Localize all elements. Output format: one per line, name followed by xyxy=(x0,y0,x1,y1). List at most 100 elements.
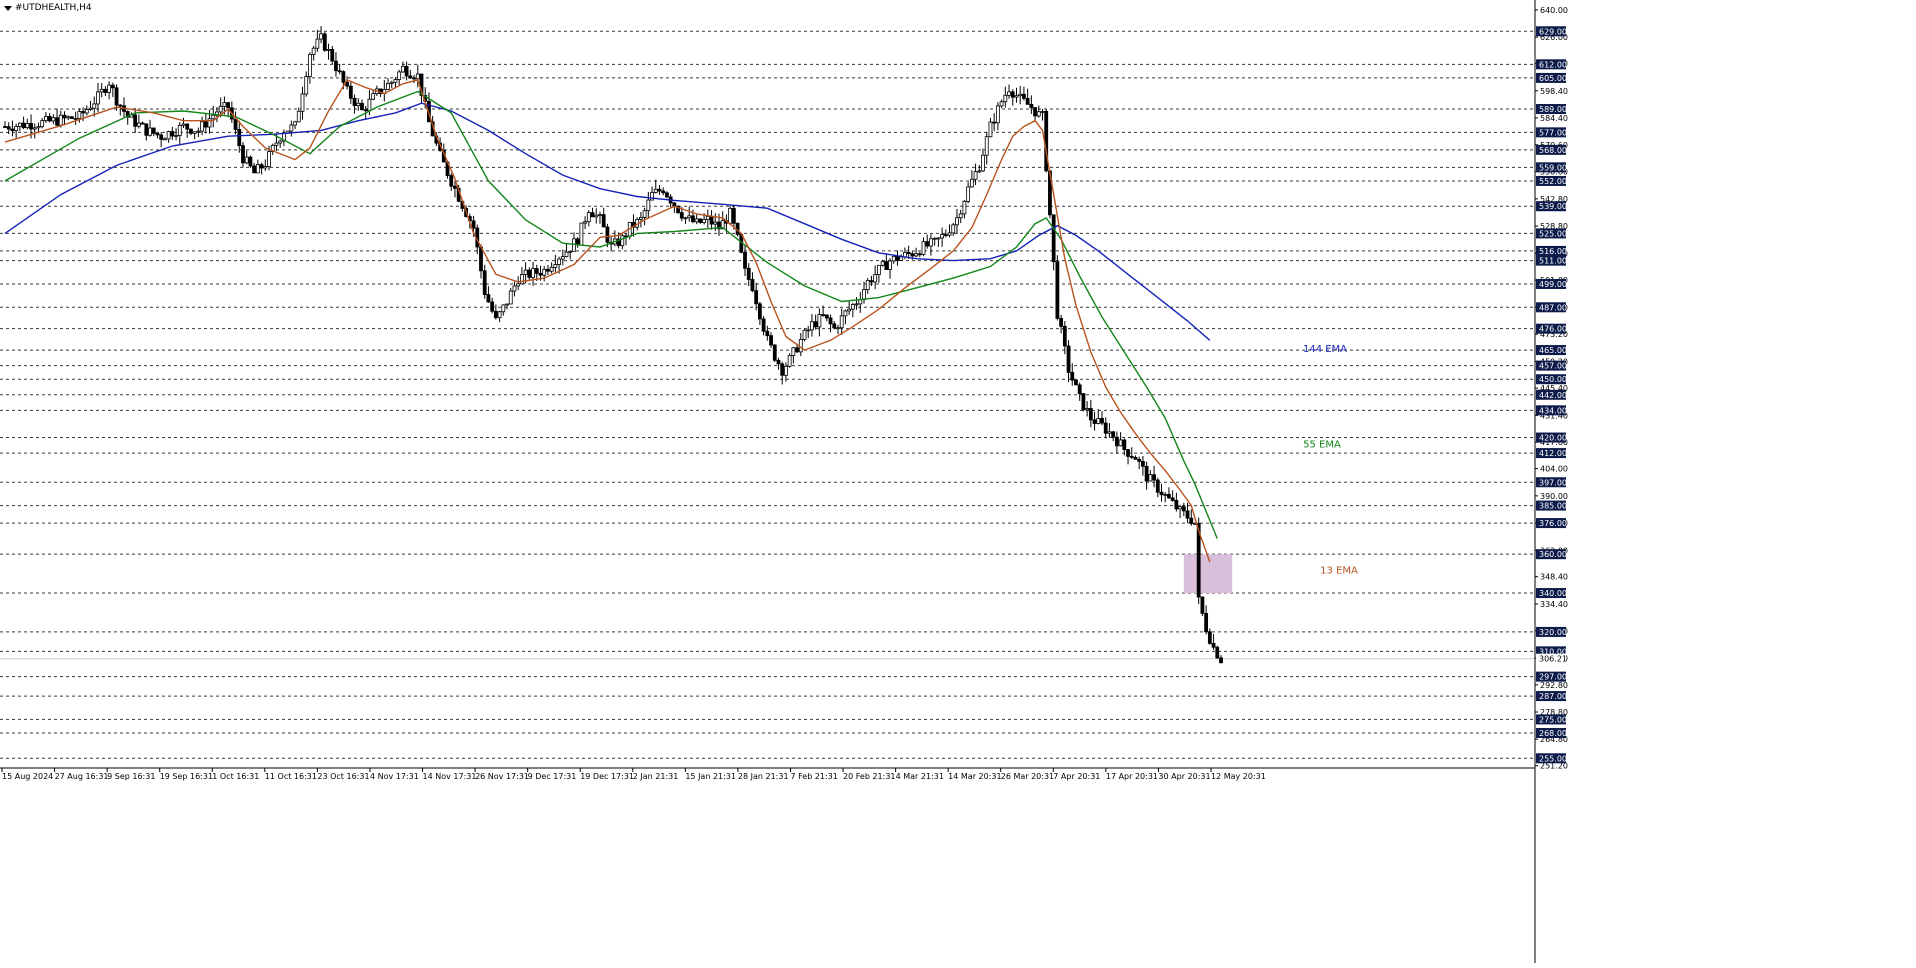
level-badge-label: 465.00 xyxy=(1539,346,1567,355)
candle-body xyxy=(832,323,837,329)
candle-body xyxy=(386,82,390,90)
price-chart[interactable]: 144 EMA55 EMA13 EMA 640.00626.00612.4059… xyxy=(0,0,1916,963)
price-tick-label: 404.00 xyxy=(1540,465,1568,474)
candle-body xyxy=(51,117,56,122)
candle-body xyxy=(244,156,249,164)
candle-body xyxy=(25,123,30,129)
candle-body xyxy=(534,268,539,274)
candle-body xyxy=(1185,510,1190,519)
candle-body xyxy=(1010,91,1015,98)
candle-body xyxy=(32,127,37,130)
candle-body xyxy=(594,214,599,218)
candle-body xyxy=(977,170,982,173)
candle-body xyxy=(731,207,736,224)
time-tick-label: 1 Oct 16:31 xyxy=(212,772,259,781)
candle-body xyxy=(657,188,662,192)
candle-body xyxy=(252,165,257,174)
level-badge-label: 629.00 xyxy=(1539,27,1567,36)
candle-body xyxy=(1036,111,1041,117)
level-badge-label: 487.00 xyxy=(1539,303,1567,312)
level-badge-label: 568.00 xyxy=(1539,146,1567,155)
candle-body xyxy=(482,270,487,296)
level-badge-label: 589.00 xyxy=(1539,105,1567,114)
candle-body xyxy=(263,166,268,169)
candle-body xyxy=(114,87,119,106)
candle-body xyxy=(962,200,967,215)
candle-body xyxy=(813,321,818,328)
time-tick-label: 26 Nov 17:31 xyxy=(475,772,529,781)
candle-body xyxy=(1207,631,1212,644)
candle-body xyxy=(363,109,368,112)
candle-body xyxy=(293,121,297,126)
candle-body xyxy=(1051,214,1056,263)
candle-body xyxy=(1141,460,1145,467)
candle-body xyxy=(791,347,796,356)
level-badge-label: 577.00 xyxy=(1539,128,1567,137)
candle-body xyxy=(1022,93,1026,99)
candle-body xyxy=(352,97,357,107)
candle-body xyxy=(694,218,699,223)
candle-body xyxy=(393,79,398,83)
level-badge-label: 385.00 xyxy=(1539,502,1567,511)
candle-body xyxy=(549,266,554,272)
candle-body xyxy=(798,339,803,353)
candle-body xyxy=(62,114,67,119)
level-badge-label: 434.00 xyxy=(1539,406,1567,415)
candle-body xyxy=(237,129,242,147)
candle-body xyxy=(81,111,85,114)
time-tick-label: 28 Jan 21:31 xyxy=(738,772,789,781)
price-tick-label: 598.40 xyxy=(1540,87,1568,96)
candle-body xyxy=(1122,439,1127,451)
candle-body xyxy=(159,134,164,140)
candle-body xyxy=(289,124,294,132)
candle-body xyxy=(177,124,182,136)
price-tick-label: 292.80 xyxy=(1540,681,1568,690)
candle-body xyxy=(6,126,11,130)
current-price-label: 306.21 xyxy=(1539,655,1567,664)
level-badge-label: 539.00 xyxy=(1539,202,1567,211)
ema-annotation: 13 EMA xyxy=(1320,566,1358,577)
candle-body xyxy=(847,308,852,312)
candle-body xyxy=(1096,417,1101,424)
time-tick-label: 27 Aug 16:31 xyxy=(55,772,109,781)
candle-body xyxy=(702,219,707,224)
time-tick-label: 9 Sep 16:31 xyxy=(107,772,155,781)
time-tick-label: 2 Jan 21:31 xyxy=(633,772,679,781)
candle-body xyxy=(642,210,647,218)
level-badge-label: 476.00 xyxy=(1539,325,1567,334)
candle-body xyxy=(367,98,372,112)
candle-body xyxy=(824,314,829,319)
candle-body xyxy=(233,118,238,130)
candle-body xyxy=(222,102,227,107)
candle-body xyxy=(821,314,826,316)
dropdown-triangle-icon[interactable] xyxy=(4,5,12,11)
candle-body xyxy=(1092,419,1097,424)
candle-body xyxy=(910,253,915,257)
chart-window[interactable]: #UTDHEALTH,H4 144 EMA 55 EMA 13 EMA 640.00… xyxy=(0,0,1916,963)
candle-body xyxy=(170,131,175,137)
candle-body xyxy=(1055,261,1060,319)
candle-body xyxy=(103,88,108,93)
symbol-header[interactable]: #UTDHEALTH,H4 xyxy=(4,3,92,13)
time-tick-label: 14 Mar 20:31 xyxy=(948,772,1001,781)
candle-body xyxy=(1088,408,1093,421)
candle-body xyxy=(341,71,346,83)
candle-body xyxy=(66,116,71,119)
candle-body xyxy=(929,238,933,247)
candle-body xyxy=(92,103,97,109)
candle-body xyxy=(683,217,688,220)
candle-body xyxy=(795,347,799,353)
candle-body xyxy=(315,38,320,49)
candle-body xyxy=(1033,107,1037,117)
candle-body xyxy=(854,303,859,306)
candle-body xyxy=(665,192,669,198)
candle-body xyxy=(728,207,733,224)
candle-body xyxy=(765,330,770,337)
candle-body xyxy=(1014,95,1019,98)
candle-body xyxy=(1174,500,1179,510)
candle-body xyxy=(531,268,535,278)
candle-body xyxy=(88,107,93,111)
candle-body xyxy=(1189,517,1194,524)
candle-body xyxy=(527,269,532,278)
symbol-label: #UTDHEALTH,H4 xyxy=(15,3,92,13)
